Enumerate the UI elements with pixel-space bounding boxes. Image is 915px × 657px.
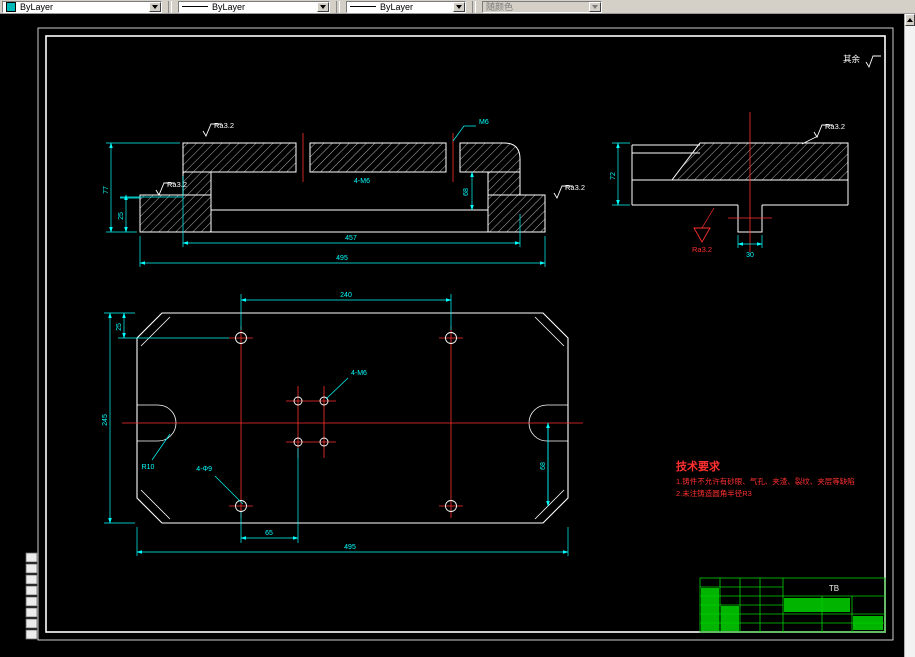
- svg-text:77: 77: [103, 186, 110, 194]
- side-button: [25, 596, 38, 607]
- svg-text:68: 68: [540, 462, 547, 470]
- side-button: [25, 618, 38, 629]
- plan-view: 240 245 25 68 65 495 4-Φ9 4-M6 R10: [102, 292, 583, 556]
- plan-chamfer-lines: [137, 316, 568, 520]
- side-outline: [631, 142, 849, 233]
- title-block: TB: [699, 577, 886, 633]
- toolbar-separator: [472, 0, 476, 13]
- plotstyle-value: 随颜色: [486, 1, 514, 12]
- side-centerlines: [728, 112, 772, 252]
- plan-dimension-lines: [104, 294, 569, 556]
- svg-text:25: 25: [118, 212, 125, 220]
- plan-dimension-text: 240 245 25 68 65 495 4-Φ9 4-M6 R10: [102, 292, 547, 551]
- object-properties-toolbar: ByLayer ByLayer ByLayer 随颜色: [0, 0, 915, 14]
- svg-text:25: 25: [116, 323, 123, 331]
- title-block-filled-cells: [701, 588, 883, 631]
- general-roughness-note: 其余: [843, 54, 881, 69]
- toolbar-separator: [336, 0, 340, 13]
- plotstyle-dropdown: 随颜色: [482, 0, 602, 13]
- svg-text:495: 495: [336, 255, 348, 262]
- linetype-sample-icon: [182, 6, 208, 7]
- svg-text:Ra3.2: Ra3.2: [825, 122, 845, 131]
- svg-text:Ra3.2: Ra3.2: [167, 180, 187, 189]
- svg-text:240: 240: [340, 292, 352, 299]
- arrow-up-icon: [907, 18, 913, 22]
- side-roughness: Ra3.2 Ra3.2: [692, 122, 845, 254]
- side-button: [25, 585, 38, 596]
- plan-centerlines: [122, 326, 583, 518]
- svg-text:4-M6: 4-M6: [354, 178, 370, 185]
- svg-text:Ra3.2: Ra3.2: [565, 183, 585, 192]
- vertical-scrollbar[interactable]: [904, 14, 915, 657]
- lineweight-dropdown[interactable]: ByLayer: [346, 0, 466, 13]
- sheet-border: [37, 27, 894, 641]
- svg-text:30: 30: [746, 252, 754, 259]
- svg-text:65: 65: [265, 530, 273, 537]
- front-section-view: Ra3.2 Ra3.2 Ra3.2 457 495 77 25 68 M6 4-…: [103, 119, 585, 267]
- front-outline: [139, 142, 546, 233]
- svg-text:495: 495: [344, 544, 356, 551]
- toolbar-separator: [168, 0, 172, 13]
- svg-text:其余: 其余: [843, 54, 861, 64]
- drawing-sheet: 其余 Ra3.2 Ra3.2 Ra3.2 457 495 77 25 68 M6…: [25, 27, 894, 641]
- lineweight-sample-icon: [350, 6, 376, 7]
- tech-requirements-title: 技术要求: [676, 459, 721, 473]
- side-button: [25, 574, 38, 585]
- color-value: ByLayer: [20, 1, 54, 12]
- color-swatch-icon: [6, 1, 16, 12]
- side-button: [25, 607, 38, 618]
- svg-text:R10: R10: [142, 464, 155, 471]
- chevron-down-icon: [589, 1, 601, 12]
- chevron-down-icon[interactable]: [453, 1, 465, 12]
- plan-outline: [136, 312, 569, 524]
- svg-text:68: 68: [463, 188, 470, 196]
- tech-requirements-note: 1.铸件不允许有砂眼、气孔、夹渣、裂纹、夹层等缺陷: [676, 476, 855, 486]
- chevron-down-icon[interactable]: [149, 1, 161, 12]
- side-section-view: Ra3.2 Ra3.2 72 30: [610, 112, 849, 259]
- datum-triangle-icon: [693, 227, 711, 243]
- plan-holes: [235, 332, 457, 512]
- chevron-down-icon[interactable]: [317, 1, 329, 12]
- tech-requirements: 技术要求 1.铸件不允许有砂眼、气孔、夹渣、裂纹、夹层等缺陷 2.未注铸造圆角半…: [676, 459, 855, 498]
- side-button: [25, 629, 38, 640]
- scroll-up-button[interactable]: [905, 14, 915, 26]
- side-button: [25, 552, 38, 563]
- side-button: [25, 563, 38, 574]
- svg-text:Ra3.2: Ra3.2: [214, 121, 234, 130]
- svg-text:Ra3.2: Ra3.2: [692, 245, 712, 254]
- tech-requirements-note: 2.未注铸造圆角半径R3: [676, 488, 752, 498]
- svg-text:4-Φ9: 4-Φ9: [196, 466, 212, 473]
- title-block-code: TB: [829, 584, 839, 593]
- drawing-canvas[interactable]: 其余 Ra3.2 Ra3.2 Ra3.2 457 495 77 25 68 M6…: [0, 14, 904, 657]
- roughness-check-icon: [865, 55, 881, 69]
- svg-text:72: 72: [610, 172, 617, 180]
- svg-text:4-M6: 4-M6: [351, 370, 367, 377]
- lineweight-value: ByLayer: [380, 1, 414, 12]
- side-button-strip[interactable]: [25, 552, 38, 640]
- linetype-dropdown[interactable]: ByLayer: [178, 0, 330, 13]
- svg-text:245: 245: [102, 414, 109, 426]
- color-dropdown[interactable]: ByLayer: [2, 0, 162, 13]
- linetype-value: ByLayer: [212, 1, 246, 12]
- svg-text:M6: M6: [479, 119, 489, 126]
- svg-text:457: 457: [345, 235, 357, 242]
